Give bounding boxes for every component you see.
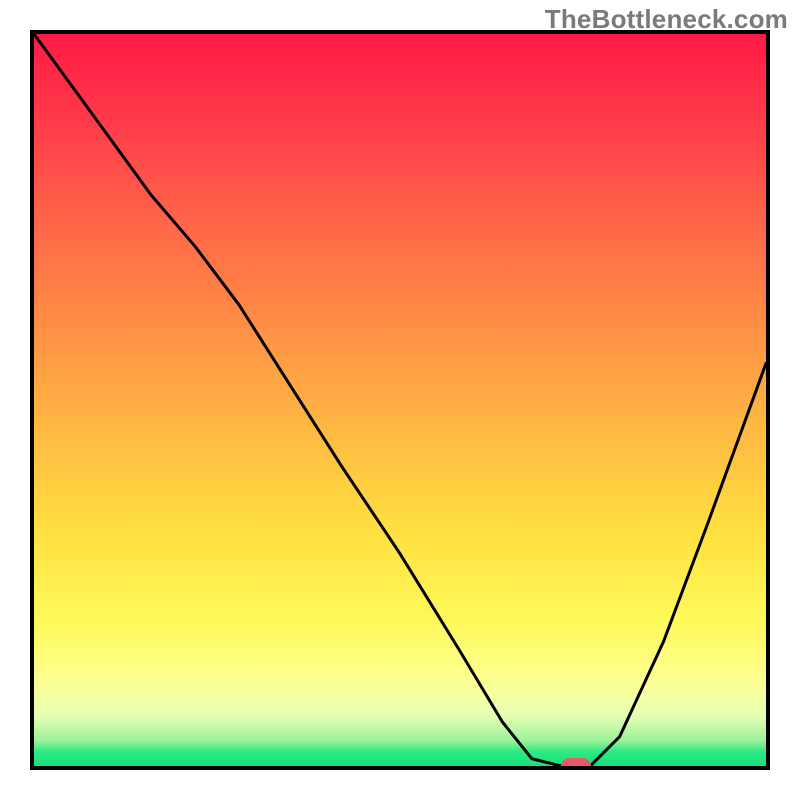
- min-marker: [561, 758, 591, 770]
- plot-area: [30, 30, 770, 770]
- chart-frame: TheBottleneck.com: [0, 0, 800, 800]
- line-curve: [34, 34, 766, 766]
